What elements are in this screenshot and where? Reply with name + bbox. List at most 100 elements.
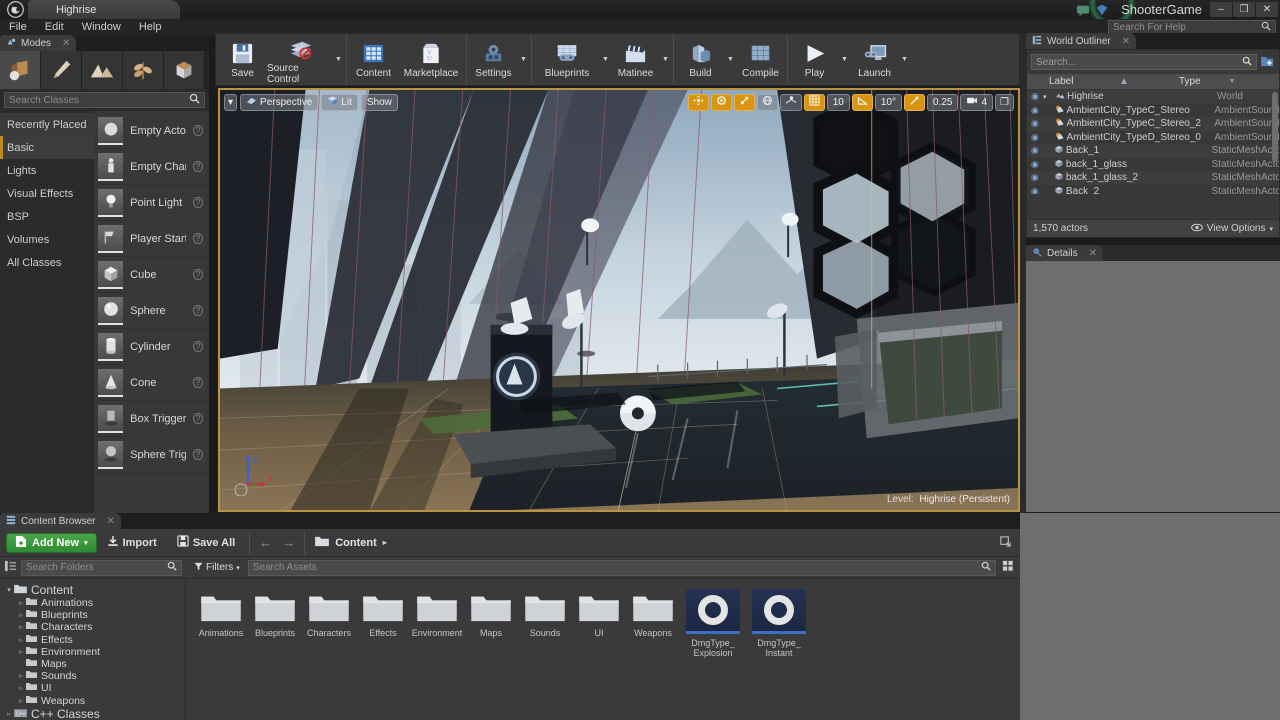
- table-row[interactable]: ◉ ▾ Highrise World: [1027, 90, 1279, 104]
- close-icon[interactable]: ✕: [62, 38, 70, 49]
- chevron-down-icon[interactable]: ▼: [518, 34, 529, 85]
- expander-icon[interactable]: ▹: [16, 648, 26, 656]
- rotation-snap-value[interactable]: 10°: [874, 93, 902, 111]
- tree-item-content[interactable]: ▾ Content: [0, 583, 185, 597]
- tree-item-blueprints[interactable]: ▹ Blueprints: [0, 609, 185, 621]
- back-button[interactable]: ←: [254, 535, 277, 550]
- list-item[interactable]: Cone ?: [94, 365, 209, 401]
- mode-place-button[interactable]: [0, 51, 41, 89]
- surface-snap-toggle[interactable]: [779, 93, 802, 111]
- content-button[interactable]: Content: [349, 34, 398, 85]
- help-icon[interactable]: ?: [192, 377, 203, 388]
- import-button[interactable]: Import: [97, 535, 167, 550]
- eye-icon[interactable]: ◉: [1027, 118, 1043, 129]
- menu-file[interactable]: File: [0, 19, 36, 35]
- save-all-button[interactable]: Save All: [167, 535, 245, 550]
- viewport-lighting-mode-button[interactable]: Lit: [321, 93, 358, 111]
- feedback-chat-icon[interactable]: [1076, 3, 1090, 17]
- viewport-show-menu-button[interactable]: Show: [360, 93, 398, 111]
- camera-speed-control[interactable]: 4: [960, 93, 994, 111]
- table-row[interactable]: ◉ Back_1 StaticMeshActo: [1027, 144, 1279, 158]
- launch-button[interactable]: Launch: [850, 34, 899, 85]
- scale-snap-toggle[interactable]: [904, 93, 925, 111]
- category-visual-effects[interactable]: Visual Effects: [0, 182, 94, 205]
- column-header-type[interactable]: Type: [1179, 76, 1201, 87]
- tree-item-cpp-classes[interactable]: ▹ C++ C++ Classes: [0, 707, 185, 720]
- expander-icon[interactable]: ▹: [4, 710, 14, 718]
- marketplace-button[interactable]: VU Marketplace: [398, 34, 464, 85]
- grid-snap-value[interactable]: 10: [826, 93, 850, 111]
- chevron-down-icon[interactable]: ▼: [660, 34, 671, 85]
- add-new-button[interactable]: Add New ▾: [6, 532, 97, 553]
- filters-button[interactable]: Filters ▾: [186, 562, 248, 574]
- save-button[interactable]: Save: [218, 34, 267, 85]
- close-icon[interactable]: ✕: [1122, 36, 1130, 47]
- blueprints-button[interactable]: Blueprints: [534, 34, 600, 85]
- asset-tile-folder[interactable]: Characters: [307, 589, 351, 658]
- table-row[interactable]: ◉ AmbientCity_TypeC_Stereo_2 AmbientSoun…: [1027, 117, 1279, 131]
- select-move-tool[interactable]: [687, 93, 709, 111]
- category-recently-placed[interactable]: Recently Placed: [0, 113, 94, 136]
- build-button[interactable]: Build: [676, 34, 725, 85]
- level-viewport[interactable]: ▾ Perspective Lit Show 10 10° 0.25 4 ❐ Z…: [218, 88, 1020, 512]
- asset-tile-folder[interactable]: Animations: [199, 589, 243, 658]
- help-icon[interactable]: ?: [192, 161, 203, 172]
- breadcrumb[interactable]: Content ▸: [309, 536, 387, 550]
- table-row[interactable]: ◉ back_1_glass StaticMeshActo: [1027, 158, 1279, 172]
- eye-icon[interactable]: ◉: [1027, 186, 1043, 194]
- chevron-down-icon[interactable]: ▼: [725, 34, 736, 85]
- menu-help[interactable]: Help: [130, 19, 171, 35]
- expander-icon[interactable]: ▹: [16, 672, 26, 680]
- chevron-down-icon[interactable]: ▼: [839, 34, 850, 85]
- menu-edit[interactable]: Edit: [36, 19, 73, 35]
- eye-icon[interactable]: ◉: [1027, 132, 1043, 143]
- category-lights[interactable]: Lights: [0, 159, 94, 182]
- list-item[interactable]: Sphere Trigg ?: [94, 437, 209, 473]
- chevron-down-icon[interactable]: ▼: [899, 34, 910, 85]
- menu-window[interactable]: Window: [73, 19, 130, 35]
- help-icon[interactable]: ?: [192, 449, 203, 460]
- asset-tile-folder[interactable]: Blueprints: [254, 589, 296, 658]
- search-assets-input[interactable]: Search Assets: [247, 559, 996, 576]
- tree-item-effects[interactable]: ▹ Effects: [0, 634, 185, 646]
- table-row[interactable]: ◉ back_1_glass_2 StaticMeshActo: [1027, 171, 1279, 185]
- tab-world-outliner[interactable]: World Outliner ✕: [1026, 33, 1137, 49]
- maximize-viewport-button[interactable]: ❐: [995, 93, 1014, 111]
- list-item[interactable]: Empty Charac ?: [94, 149, 209, 185]
- list-item[interactable]: Player Start ?: [94, 221, 209, 257]
- tree-item-maps[interactable]: Maps: [0, 658, 185, 670]
- tree-item-ui[interactable]: ▹ UI: [0, 682, 185, 694]
- scale-snap-value[interactable]: 0.25: [927, 93, 959, 111]
- tree-item-weapons[interactable]: ▹ Weapons: [0, 695, 185, 707]
- eye-icon[interactable]: ◉: [1027, 172, 1043, 183]
- tree-item-characters[interactable]: ▹ Characters: [0, 621, 185, 633]
- asset-tile[interactable]: DmgType_ Instant: [752, 589, 806, 658]
- asset-tile-folder[interactable]: UI: [578, 589, 620, 658]
- list-item[interactable]: Sphere ?: [94, 293, 209, 329]
- rotate-tool[interactable]: [710, 93, 732, 111]
- rotation-snap-toggle[interactable]: [851, 93, 873, 111]
- unreal-badge-icon[interactable]: [1095, 3, 1109, 17]
- table-row[interactable]: ◉ Back_2 StaticMeshActo: [1027, 185, 1279, 194]
- grid-snap-toggle[interactable]: [803, 93, 825, 111]
- maximize-button[interactable]: ❐: [1233, 2, 1255, 17]
- project-tab[interactable]: Highrise: [28, 0, 180, 19]
- close-icon[interactable]: ✕: [1089, 248, 1097, 259]
- asset-tile-folder[interactable]: Maps: [470, 589, 512, 658]
- mode-geometry-button[interactable]: [164, 51, 205, 89]
- compile-button[interactable]: Compile: [736, 34, 785, 85]
- new-folder-icon[interactable]: [1261, 55, 1275, 70]
- help-search-input[interactable]: Search For Help: [1108, 20, 1276, 34]
- list-item[interactable]: Box Trigger ?: [94, 401, 209, 437]
- column-header-label[interactable]: Label: [1027, 76, 1187, 87]
- eye-icon[interactable]: ◉: [1027, 91, 1043, 102]
- mode-foliage-button[interactable]: [123, 51, 164, 89]
- asset-tile-folder[interactable]: Environment: [412, 589, 462, 658]
- help-icon[interactable]: ?: [192, 413, 203, 424]
- viewport-options-button[interactable]: ▾: [224, 93, 238, 111]
- matinee-button[interactable]: Matinee: [611, 34, 660, 85]
- eye-icon[interactable]: ◉: [1027, 159, 1043, 170]
- close-button[interactable]: ✕: [1256, 2, 1278, 17]
- tab-content-browser[interactable]: Content Browser ✕: [0, 513, 121, 529]
- chevron-right-icon[interactable]: ▸: [383, 538, 387, 547]
